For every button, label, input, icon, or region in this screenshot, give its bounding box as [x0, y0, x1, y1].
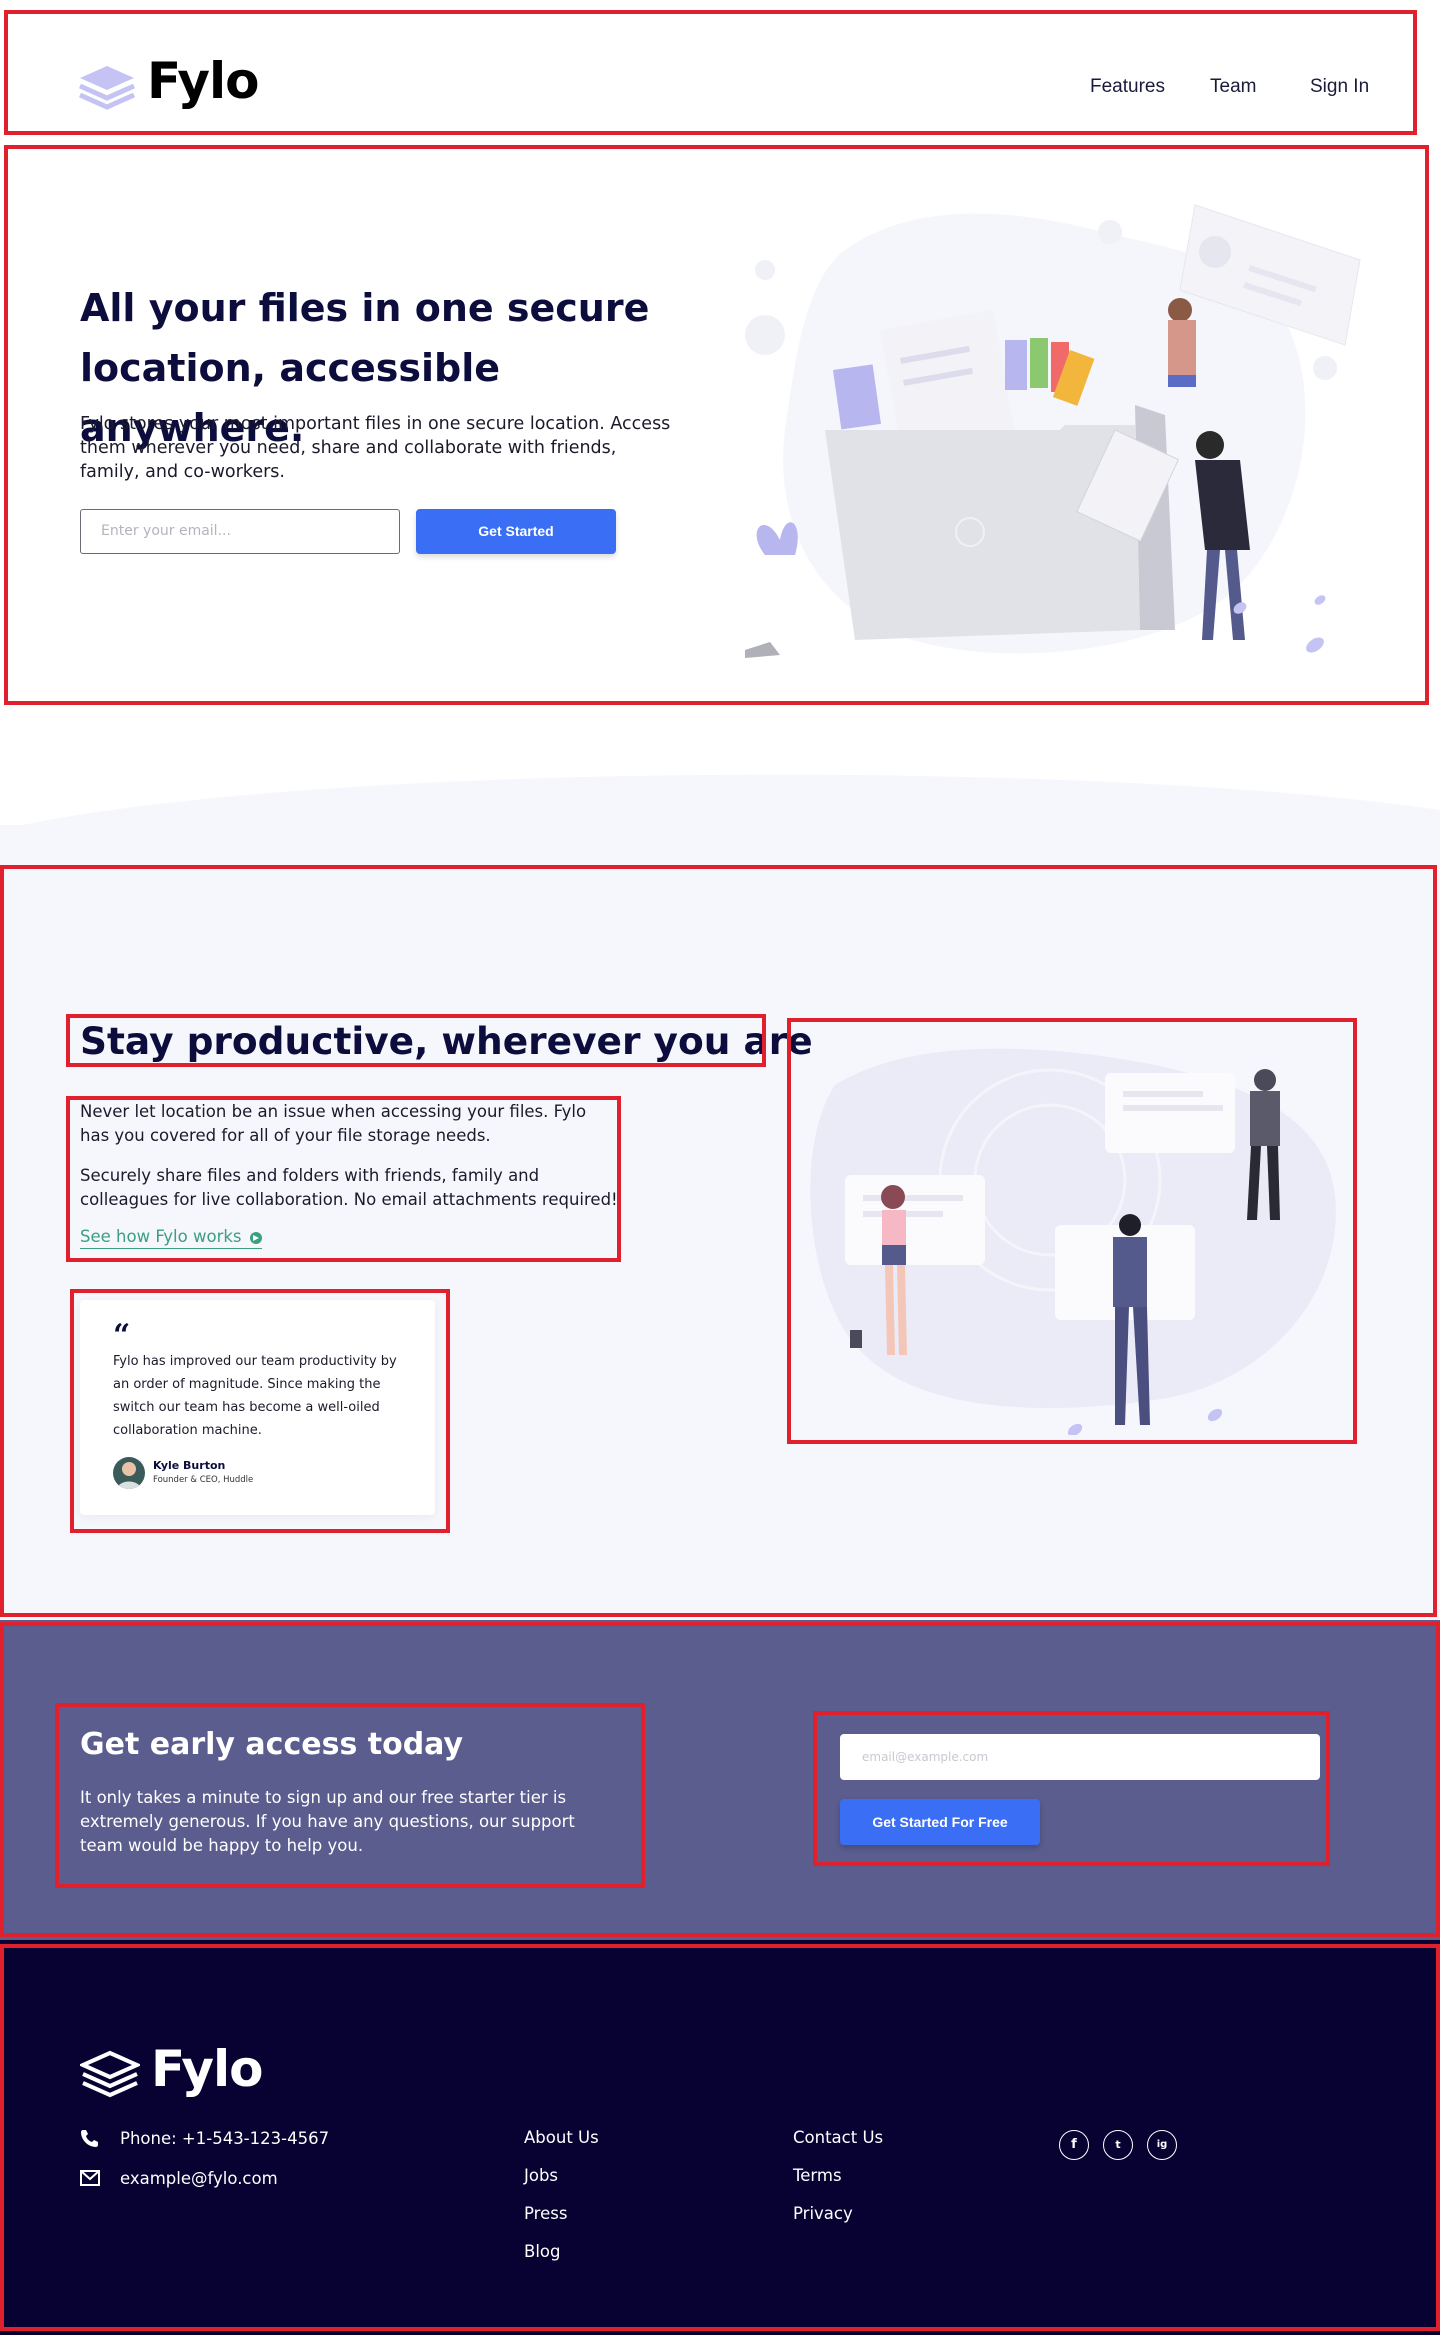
footer-email[interactable]: example@fylo.com	[120, 2169, 278, 2188]
facebook-icon[interactable]: f	[1059, 2130, 1089, 2160]
fylo-logo-icon[interactable]	[80, 2050, 140, 2100]
site-header: Fylo Features Team Sign In	[0, 0, 1440, 140]
early-email-input[interactable]: email@example.com	[840, 1734, 1320, 1780]
quote-icon: “	[113, 1318, 131, 1353]
early-access-title: Get early access today	[80, 1727, 464, 1762]
instagram-icon[interactable]: ig	[1147, 2130, 1177, 2160]
testimonial-card: “ Fylo has improved our team productivit…	[80, 1300, 435, 1515]
productive-paragraph-1: Never let location be an issue when acce…	[80, 1102, 587, 1145]
footer-link-about-us[interactable]: About Us	[524, 2128, 599, 2147]
nav-team[interactable]: Team	[1210, 76, 1256, 98]
email-icon	[80, 2170, 100, 2186]
productive-illustration	[810, 1048, 1336, 1435]
footer-link-blog[interactable]: Blog	[524, 2242, 560, 2261]
footer-link-press[interactable]: Press	[524, 2204, 567, 2223]
nav-features[interactable]: Features	[1090, 76, 1165, 98]
see-how-fylo-works-link[interactable]: See how Fylo works	[80, 1227, 262, 1249]
testimonial-role: Founder & CEO, Huddle	[153, 1475, 254, 1485]
testimonial-name: Kyle Burton	[153, 1459, 226, 1472]
hero-description: Fylo stores your most important files in…	[80, 414, 671, 482]
footer-link-privacy[interactable]: Privacy	[793, 2204, 853, 2223]
early-access-section	[0, 1620, 1440, 1940]
productive-paragraph-2: Securely share files and folders with fr…	[80, 1166, 618, 1209]
see-how-link-label: See how Fylo works	[80, 1227, 242, 1246]
early-access-text: It only takes a minute to sign up and ou…	[80, 1788, 575, 1855]
twitter-icon[interactable]: t	[1103, 2130, 1133, 2160]
nav-sign-in[interactable]: Sign In	[1310, 76, 1369, 98]
get-started-for-free-button[interactable]: Get Started For Free	[840, 1799, 1040, 1845]
hero-email-input[interactable]: Enter your email...	[80, 509, 400, 554]
productive-title: Stay productive, wherever you are	[80, 1019, 813, 1063]
hero-illustration	[745, 204, 1361, 658]
footer-link-terms[interactable]: Terms	[793, 2166, 842, 2185]
phone-icon	[81, 2130, 98, 2147]
footer-brand-name[interactable]: Fylo	[151, 2040, 264, 2098]
footer-phone: Phone: +1-543-123-4567	[120, 2129, 330, 2148]
brand-name[interactable]: Fylo	[147, 52, 260, 110]
arrow-right-icon	[249, 1231, 262, 1244]
testimonial-text: Fylo has improved our team productivity …	[113, 1354, 397, 1438]
get-started-button[interactable]: Get Started	[416, 509, 616, 554]
footer-link-contact-us[interactable]: Contact Us	[793, 2128, 883, 2147]
avatar	[113, 1457, 145, 1489]
footer-link-jobs[interactable]: Jobs	[524, 2166, 558, 2185]
fylo-logo-icon[interactable]	[78, 64, 136, 112]
